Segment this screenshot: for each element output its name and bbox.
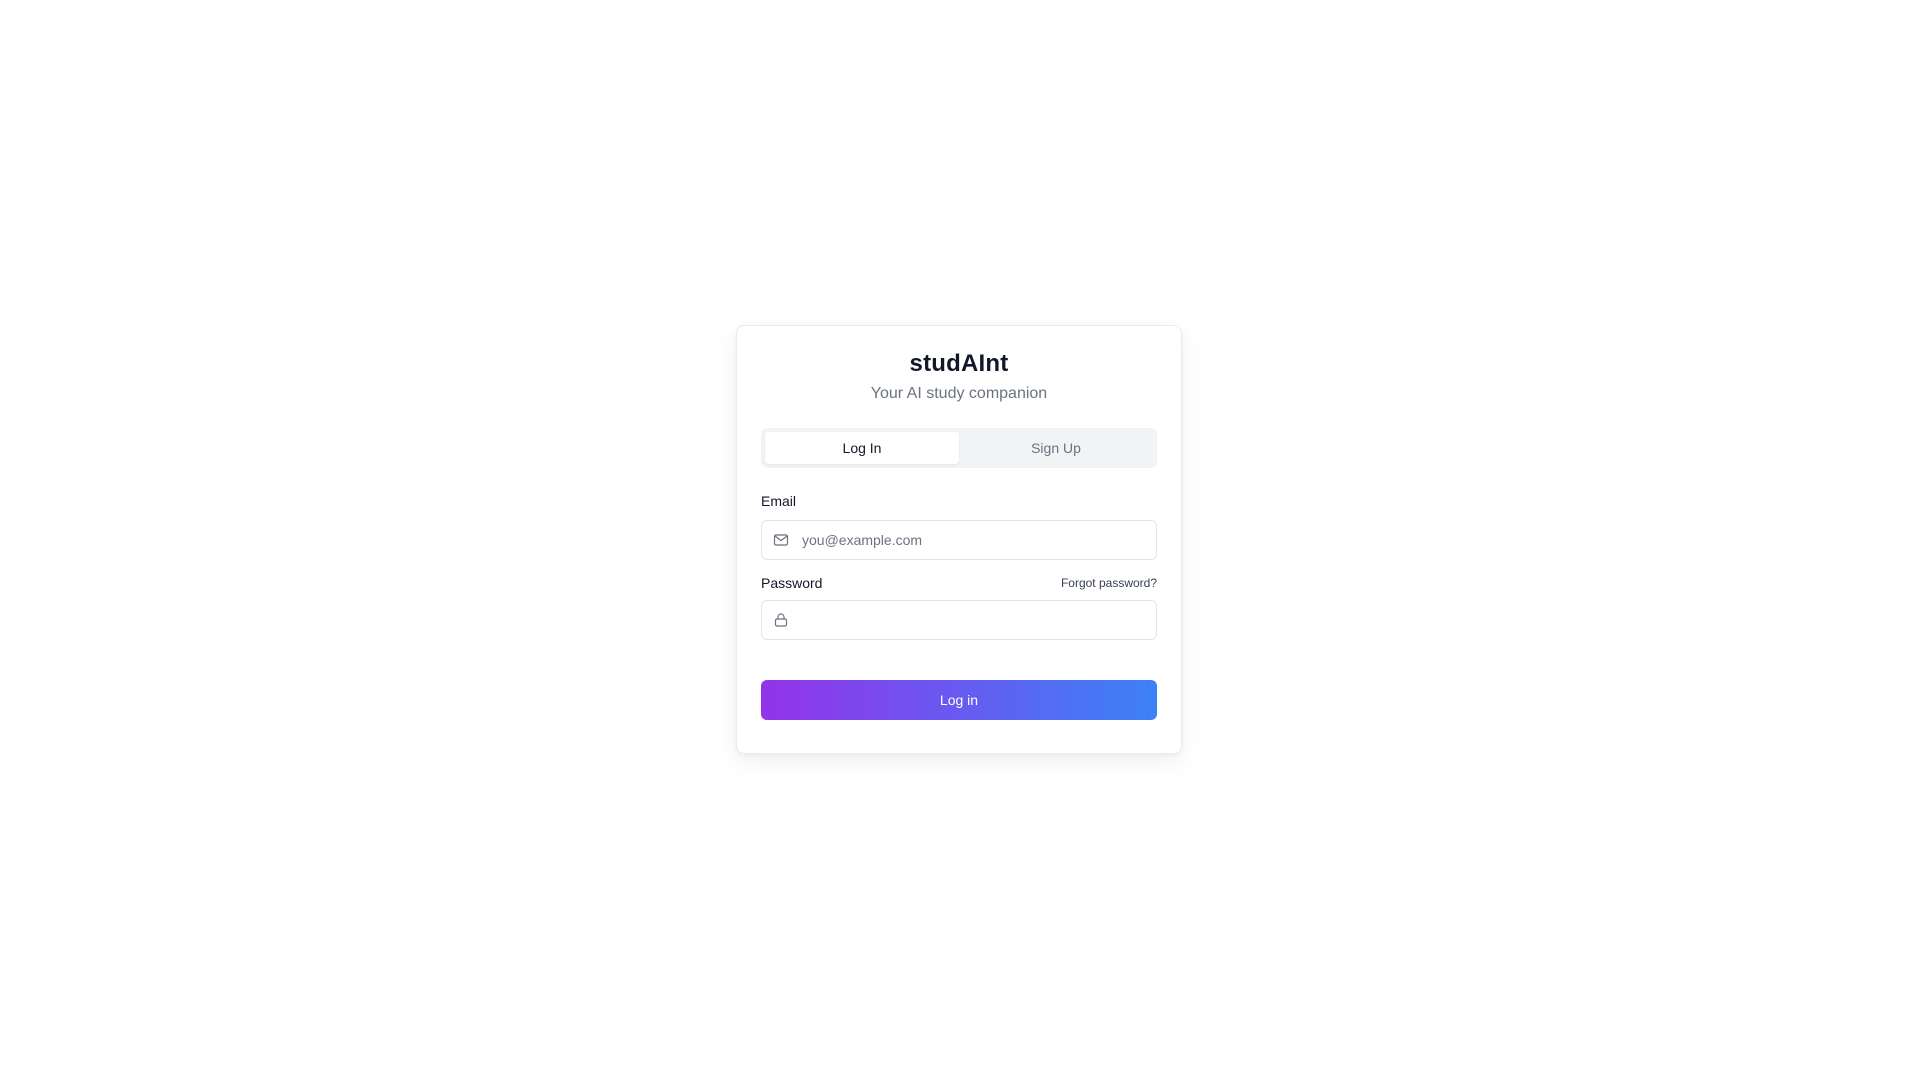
app-title: studAInt (909, 350, 1009, 377)
lock-icon (773, 612, 789, 628)
page-background: studAInt Your AI study companion Log In … (0, 0, 1920, 1080)
tab-log-in[interactable]: Log In (765, 432, 959, 464)
password-input[interactable] (762, 601, 1156, 639)
email-label: Email (761, 493, 797, 509)
email-field-wrapper (761, 520, 1157, 560)
email-input[interactable] (762, 521, 1156, 559)
forgot-password-link[interactable]: Forgot password? (1061, 576, 1157, 590)
log-in-button[interactable]: Log in (761, 680, 1157, 720)
auth-card: studAInt Your AI study companion Log In … (736, 325, 1182, 754)
password-label-row: Password Forgot password? (761, 574, 1157, 592)
mail-icon (773, 532, 789, 548)
password-field-wrapper (761, 600, 1157, 640)
tab-sign-up[interactable]: Sign Up (959, 432, 1153, 464)
auth-tabs: Log In Sign Up (761, 428, 1157, 468)
password-label: Password (761, 575, 823, 591)
app-subtitle: Your AI study companion (870, 385, 1048, 402)
